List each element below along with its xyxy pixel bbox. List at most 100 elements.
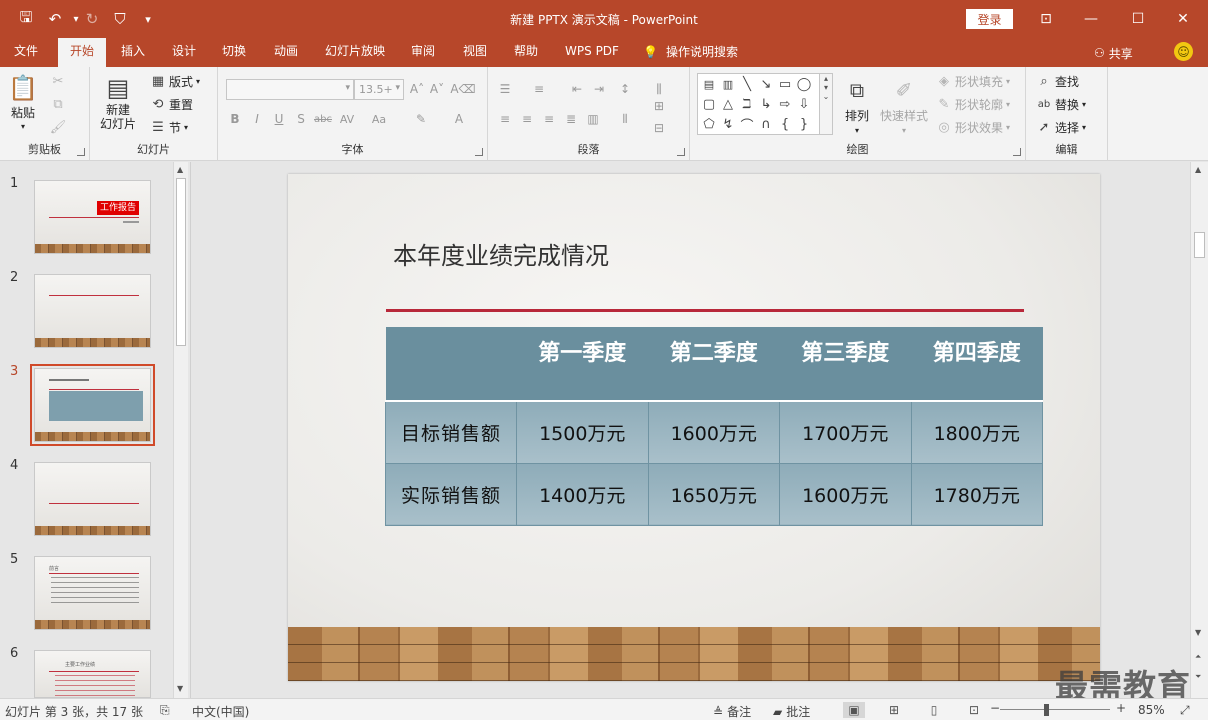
copy-button[interactable]: ⧉ — [50, 96, 66, 112]
accessibility-icon[interactable]: ⎘ — [160, 703, 170, 718]
maximize-button[interactable]: ☐ — [1127, 8, 1149, 30]
notes-button[interactable]: ≜ 备注 — [713, 703, 751, 720]
tab-home[interactable]: 开始 — [58, 38, 106, 67]
shapes-gallery-scroll[interactable]: ▴ ▾ ⌄ — [819, 74, 832, 134]
drawing-launcher-icon[interactable] — [1013, 148, 1021, 156]
current-slide[interactable]: 本年度业绩完成情况 第一季度 第二季度 第三季度 第四季度 目标销售额 1500… — [288, 174, 1100, 681]
right-arrow-shape-icon[interactable]: ⇨ — [776, 95, 794, 113]
shape-fill-button[interactable]: ◈ 形状填充 ▾ — [936, 73, 1010, 90]
format-painter-button[interactable]: 🖌 — [50, 119, 67, 135]
zoom-slider-thumb[interactable] — [1043, 704, 1049, 716]
reading-view-icon[interactable]: ▯ — [923, 702, 945, 718]
minimize-button[interactable]: — — [1080, 8, 1102, 30]
zoom-in-button[interactable]: + — [1116, 701, 1126, 715]
table-cell[interactable]: 1500万元 — [516, 400, 649, 464]
shape-outline-button[interactable]: ✎ 形状轮廓 ▾ — [936, 96, 1010, 113]
login-button[interactable]: 登录 — [966, 9, 1013, 29]
vertical-textbox-shape-icon[interactable]: ▥ — [719, 75, 737, 93]
previous-slide-icon[interactable]: ⏶ — [1195, 652, 1201, 662]
align-right-icon[interactable]: ≡ — [540, 110, 558, 128]
table-header-cell[interactable]: 第二季度 — [648, 327, 780, 402]
table-cell[interactable]: 1650万元 — [647, 462, 780, 527]
slide-sorter-icon[interactable]: ⊞ — [883, 702, 905, 718]
line-spacing-icon[interactable]: ↕ — [616, 80, 634, 98]
right-brace-shape-icon[interactable]: } — [795, 115, 813, 133]
table-cell[interactable]: 目标销售额 — [385, 400, 517, 464]
table-header-cell[interactable]: 第四季度 — [911, 327, 1043, 402]
select-button[interactable]: ➚ 选择 ▾ — [1036, 119, 1086, 136]
tab-slideshow[interactable]: 幻灯片放映 — [320, 38, 390, 67]
left-brace-shape-icon[interactable]: { — [776, 115, 794, 133]
paragraph-launcher-icon[interactable] — [677, 148, 685, 156]
arrow-line-shape-icon[interactable]: ↘ — [757, 75, 775, 93]
fit-to-window-icon[interactable]: ⤢ — [1180, 703, 1190, 718]
new-slide-button[interactable]: ▤ 新建 幻灯片 — [100, 73, 136, 131]
oval-shape-icon[interactable]: ◯ — [795, 75, 813, 93]
bold-icon[interactable]: B — [226, 110, 244, 128]
char-spacing-icon[interactable]: AV — [338, 110, 356, 128]
tell-me-search[interactable]: 💡 操作说明搜索 — [643, 38, 753, 67]
slide-thumbnail-6[interactable]: 主要工作业绩 — [34, 650, 151, 698]
justify-icon[interactable]: ≣ — [562, 110, 580, 128]
tab-insert[interactable]: 插入 — [113, 38, 153, 67]
table-cell[interactable]: 1780万元 — [910, 462, 1043, 527]
tab-transitions[interactable]: 切换 — [214, 38, 254, 67]
table-header-cell[interactable] — [385, 327, 517, 402]
scroll-up-icon[interactable]: ▲ — [1195, 165, 1201, 174]
elbow-arrow-shape-icon[interactable]: ↳ — [757, 95, 775, 113]
zoom-level[interactable]: 85% — [1138, 703, 1165, 717]
reset-button[interactable]: ⟲ 重置 — [150, 96, 193, 113]
table-cell[interactable]: 实际销售额 — [385, 462, 517, 527]
tab-help[interactable]: 帮助 — [506, 38, 546, 67]
decrease-font-icon[interactable]: A˅ — [428, 80, 446, 98]
strikethrough-icon[interactable]: abc — [314, 110, 332, 128]
smartart-icon[interactable]: ⊟ — [650, 119, 668, 137]
down-arrow-shape-icon[interactable]: ⇩ — [795, 95, 813, 113]
table-cell[interactable]: 1600万元 — [779, 462, 912, 527]
share-button[interactable]: ⚇ 共享 — [1094, 43, 1133, 63]
shadow-icon[interactable]: S — [292, 110, 310, 128]
section-button[interactable]: ☰ 节 ▾ — [150, 119, 188, 136]
textbox-shape-icon[interactable]: ▤ — [700, 75, 718, 93]
scrollbar-thumb[interactable] — [176, 178, 186, 346]
table-cell[interactable]: 1700万元 — [779, 400, 912, 464]
replace-button[interactable]: ab 替换 ▾ — [1036, 96, 1086, 113]
callout-shape-icon[interactable]: ⬠ — [700, 115, 718, 133]
slide-thumbnail-1[interactable]: 工作报告 — [34, 180, 151, 254]
paste-button[interactable]: 📋 粘贴 ▾ — [8, 73, 38, 131]
rectangle-shape-icon[interactable]: ▭ — [776, 75, 794, 93]
slideshow-view-icon[interactable]: ⊡ — [963, 702, 985, 718]
editor-scrollbar[interactable]: ▲ ▼ ⏶ ⏷ — [1190, 162, 1208, 698]
zoom-out-button[interactable]: − — [990, 701, 1000, 715]
tab-review[interactable]: 审阅 — [403, 38, 443, 67]
font-size-combo[interactable]: 13.5+ ▾ — [354, 79, 404, 100]
highlighter-icon[interactable]: ✎ — [412, 110, 430, 128]
increase-font-icon[interactable]: A˄ — [408, 80, 426, 98]
slide-thumbnail-5[interactable]: 前言 — [34, 556, 151, 630]
curve-shape-icon[interactable]: ∩ — [757, 115, 775, 133]
cut-button[interactable]: ✂ — [50, 73, 66, 89]
layout-button[interactable]: ▦ 版式 ▾ — [150, 73, 200, 90]
font-launcher-icon[interactable] — [475, 148, 483, 156]
rounded-rect-shape-icon[interactable]: ▢ — [700, 95, 718, 113]
arrange-button[interactable]: ⧉ 排列 ▾ — [842, 75, 872, 135]
text-direction-icon[interactable]: ⫼ — [650, 80, 668, 98]
clipboard-launcher-icon[interactable] — [77, 148, 85, 156]
font-color-icon[interactable]: A — [450, 110, 468, 128]
scroll-down-icon[interactable]: ▼ — [177, 684, 183, 693]
slide-thumbnail-4[interactable] — [34, 462, 151, 536]
thumbnail-scrollbar[interactable]: ▲ ▼ — [173, 162, 188, 698]
font-name-combo[interactable]: ▾ — [226, 79, 354, 100]
zoom-slider[interactable] — [1000, 709, 1110, 710]
elbow-connector-shape-icon[interactable]: ℶ — [738, 95, 756, 113]
tab-design[interactable]: 设计 — [164, 38, 204, 67]
numbering-icon[interactable]: ≡ — [530, 80, 548, 98]
clear-format-icon[interactable]: A⌫ — [450, 80, 475, 98]
columns-icon[interactable]: ⫴ — [616, 110, 634, 128]
triangle-shape-icon[interactable]: △ — [719, 95, 737, 113]
scrollbar-thumb[interactable] — [1194, 232, 1205, 258]
table-cell[interactable]: 1800万元 — [910, 400, 1043, 464]
align-left-icon[interactable]: ≡ — [496, 110, 514, 128]
slide-thumbnail-2[interactable] — [34, 274, 151, 348]
bullets-icon[interactable]: ☰ — [496, 80, 514, 98]
